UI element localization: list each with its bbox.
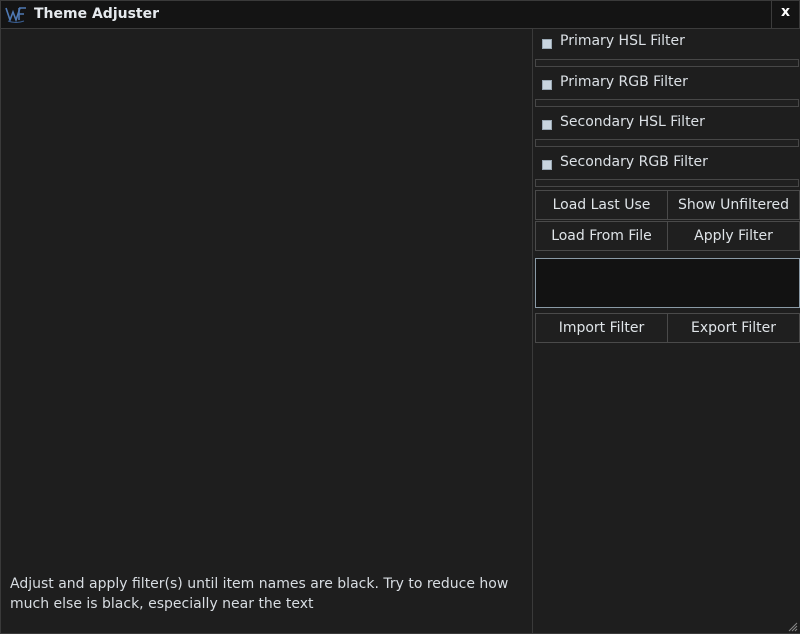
filter-panel: Primary HSL Filter Primary RGB Filter Se… (534, 29, 800, 633)
load-last-use-button[interactable]: Load Last Use (535, 190, 668, 220)
apply-filter-button[interactable]: Apply Filter (667, 221, 800, 251)
filter-text-field[interactable] (535, 258, 800, 308)
secondary-rgb-filter-field[interactable] (535, 179, 799, 187)
primary-hsl-checkbox[interactable] (542, 39, 552, 49)
resize-grip-icon[interactable] (788, 622, 798, 632)
preview-area: Adjust and apply filter(s) until item na… (2, 29, 533, 633)
primary-rgb-label: Primary RGB Filter (560, 74, 688, 90)
primary-hsl-label: Primary HSL Filter (560, 33, 685, 49)
primary-hsl-filter-field[interactable] (535, 59, 799, 67)
secondary-rgb-checkbox[interactable] (542, 160, 552, 170)
export-filter-button[interactable]: Export Filter (667, 313, 800, 343)
secondary-hsl-label: Secondary HSL Filter (560, 114, 705, 130)
app-logo-icon (5, 7, 26, 23)
secondary-hsl-checkbox[interactable] (542, 120, 552, 130)
show-unfiltered-button[interactable]: Show Unfiltered (667, 190, 800, 220)
primary-rgb-filter-field[interactable] (535, 99, 799, 107)
primary-rgb-checkbox[interactable] (542, 80, 552, 90)
filter-row-secondary-rgb[interactable]: Secondary RGB Filter (534, 150, 800, 178)
import-filter-button[interactable]: Import Filter (535, 313, 668, 343)
filter-row-secondary-hsl[interactable]: Secondary HSL Filter (534, 110, 800, 138)
title-bar[interactable]: Theme Adjuster x (1, 1, 799, 29)
instructions-text: Adjust and apply filter(s) until item na… (10, 576, 509, 612)
filter-row-primary-hsl[interactable]: Primary HSL Filter (534, 29, 800, 57)
window-title: Theme Adjuster (34, 6, 160, 22)
close-button[interactable]: x (771, 1, 799, 28)
theme-adjuster-window: Theme Adjuster x Adjust and apply filter… (0, 0, 800, 634)
load-from-file-button[interactable]: Load From File (535, 221, 668, 251)
secondary-rgb-label: Secondary RGB Filter (560, 154, 708, 170)
secondary-hsl-filter-field[interactable] (535, 139, 799, 147)
filter-row-primary-rgb[interactable]: Primary RGB Filter (534, 70, 800, 98)
